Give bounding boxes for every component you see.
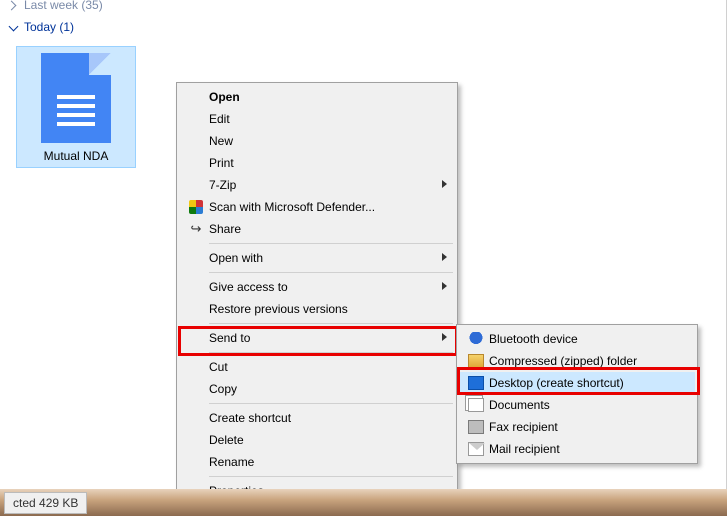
submenu-mail[interactable]: Mail recipient (459, 438, 695, 460)
submenu-arrow-icon (442, 333, 447, 341)
submenu-fax[interactable]: Fax recipient (459, 416, 695, 438)
menu-print[interactable]: Print (179, 152, 455, 174)
group-header-last-week[interactable]: Last week (35) (0, 0, 726, 16)
status-text: cted 429 KB (13, 496, 78, 510)
file-name-label: Mutual NDA (19, 149, 133, 163)
menu-separator (209, 323, 453, 324)
desktop-icon (468, 376, 484, 390)
group-label: Today (24, 20, 56, 34)
mail-icon (468, 442, 484, 456)
bluetooth-icon (468, 332, 484, 346)
fax-icon (468, 420, 484, 434)
sendto-submenu: Bluetooth device Compressed (zipped) fol… (456, 324, 698, 464)
menu-rename[interactable]: Rename (179, 451, 455, 473)
zip-folder-icon (468, 354, 484, 368)
menu-separator (209, 352, 453, 353)
submenu-documents[interactable]: Documents (459, 394, 695, 416)
context-menu: Open Edit New Print 7-Zip Scan with Micr… (176, 82, 458, 506)
chevron-down-icon (8, 22, 18, 32)
group-header-today[interactable]: Today (1) (0, 16, 726, 38)
status-bar: cted 429 KB (0, 489, 727, 516)
submenu-arrow-icon (442, 180, 447, 188)
group-label: Last week (24, 0, 78, 12)
submenu-bluetooth[interactable]: Bluetooth device (459, 328, 695, 350)
submenu-arrow-icon (442, 253, 447, 261)
menu-separator (209, 243, 453, 244)
menu-delete[interactable]: Delete (179, 429, 455, 451)
menu-open[interactable]: Open (179, 86, 455, 108)
submenu-arrow-icon (442, 282, 447, 290)
share-icon (191, 221, 202, 237)
menu-new[interactable]: New (179, 130, 455, 152)
menu-edit[interactable]: Edit (179, 108, 455, 130)
menu-create-shortcut[interactable]: Create shortcut (179, 407, 455, 429)
menu-restore-versions[interactable]: Restore previous versions (179, 298, 455, 320)
group-count: (35) (81, 0, 102, 12)
menu-separator (209, 476, 453, 477)
submenu-desktop-shortcut[interactable]: Desktop (create shortcut) (459, 372, 695, 394)
menu-separator (209, 272, 453, 273)
menu-cut[interactable]: Cut (179, 356, 455, 378)
documents-icon (468, 398, 484, 412)
chevron-right-icon (8, 0, 18, 10)
menu-separator (209, 403, 453, 404)
menu-defender[interactable]: Scan with Microsoft Defender... (179, 196, 455, 218)
menu-7zip[interactable]: 7-Zip (179, 174, 455, 196)
menu-copy[interactable]: Copy (179, 378, 455, 400)
menu-share[interactable]: Share (179, 218, 455, 240)
shield-icon (189, 200, 203, 214)
menu-open-with[interactable]: Open with (179, 247, 455, 269)
google-doc-icon (41, 53, 111, 143)
file-item-mutual-nda[interactable]: Mutual NDA (16, 46, 136, 168)
submenu-compressed[interactable]: Compressed (zipped) folder (459, 350, 695, 372)
group-count: (1) (59, 20, 74, 34)
menu-give-access[interactable]: Give access to (179, 276, 455, 298)
menu-send-to[interactable]: Send to (179, 327, 455, 349)
